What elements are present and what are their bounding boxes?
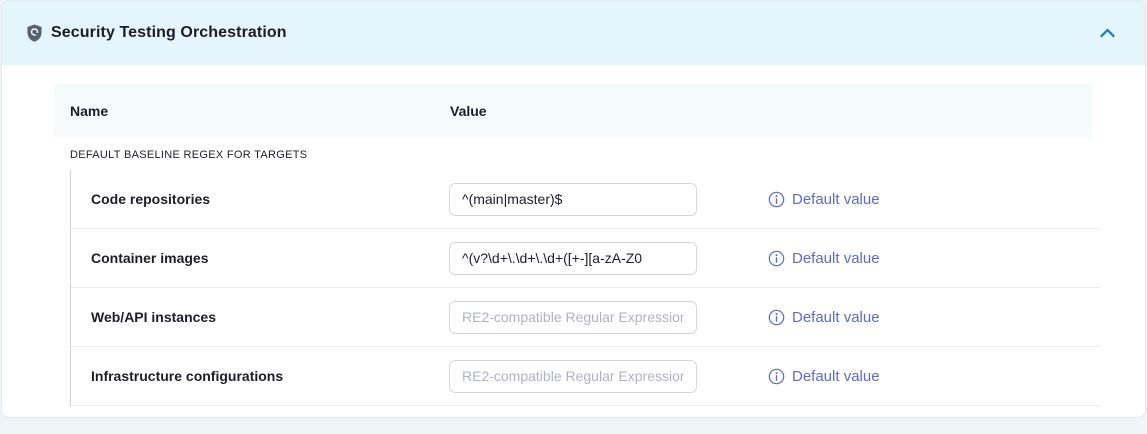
table-row: Code repositories Default value (71, 170, 1100, 229)
regex-input[interactable] (449, 360, 697, 393)
table-row: Infrastructure configurations Default va… (71, 347, 1100, 406)
regex-input[interactable] (449, 242, 697, 275)
regex-input[interactable] (449, 183, 697, 216)
default-value-label: Default value (792, 309, 880, 326)
panel-title: Security Testing Orchestration (51, 24, 287, 42)
default-value-link[interactable]: Default value (768, 250, 880, 267)
panel-header[interactable]: Security Testing Orchestration (2, 1, 1145, 65)
target-type-label: Container images (71, 250, 449, 266)
target-type-label: Code repositories (71, 191, 449, 207)
target-type-label: Web/API instances (71, 309, 449, 325)
chevron-up-icon[interactable] (1097, 25, 1117, 41)
default-value-link[interactable]: Default value (768, 368, 880, 385)
regex-input[interactable] (449, 301, 697, 334)
info-icon (768, 250, 785, 267)
column-header-name: Name (70, 103, 450, 119)
default-value-link[interactable]: Default value (768, 191, 880, 208)
security-testing-panel: Security Testing Orchestration Name Valu… (1, 0, 1146, 418)
info-icon (768, 191, 785, 208)
default-value-link[interactable]: Default value (768, 309, 880, 326)
shield-icon (26, 23, 43, 43)
target-type-label: Infrastructure configurations (71, 368, 449, 384)
table-row: Web/API instances Default value (71, 288, 1100, 347)
info-icon (768, 309, 785, 326)
info-icon (768, 368, 785, 385)
default-value-label: Default value (792, 250, 880, 267)
column-header-value: Value (450, 103, 487, 119)
table-row: Container images Default value (71, 229, 1100, 288)
default-value-label: Default value (792, 191, 880, 208)
section-label: DEFAULT BASELINE REGEX FOR TARGETS (70, 149, 1145, 161)
rows: Code repositories Default value Containe… (70, 170, 1100, 406)
table-header-row: Name Value (54, 84, 1092, 137)
default-value-label: Default value (792, 368, 880, 385)
